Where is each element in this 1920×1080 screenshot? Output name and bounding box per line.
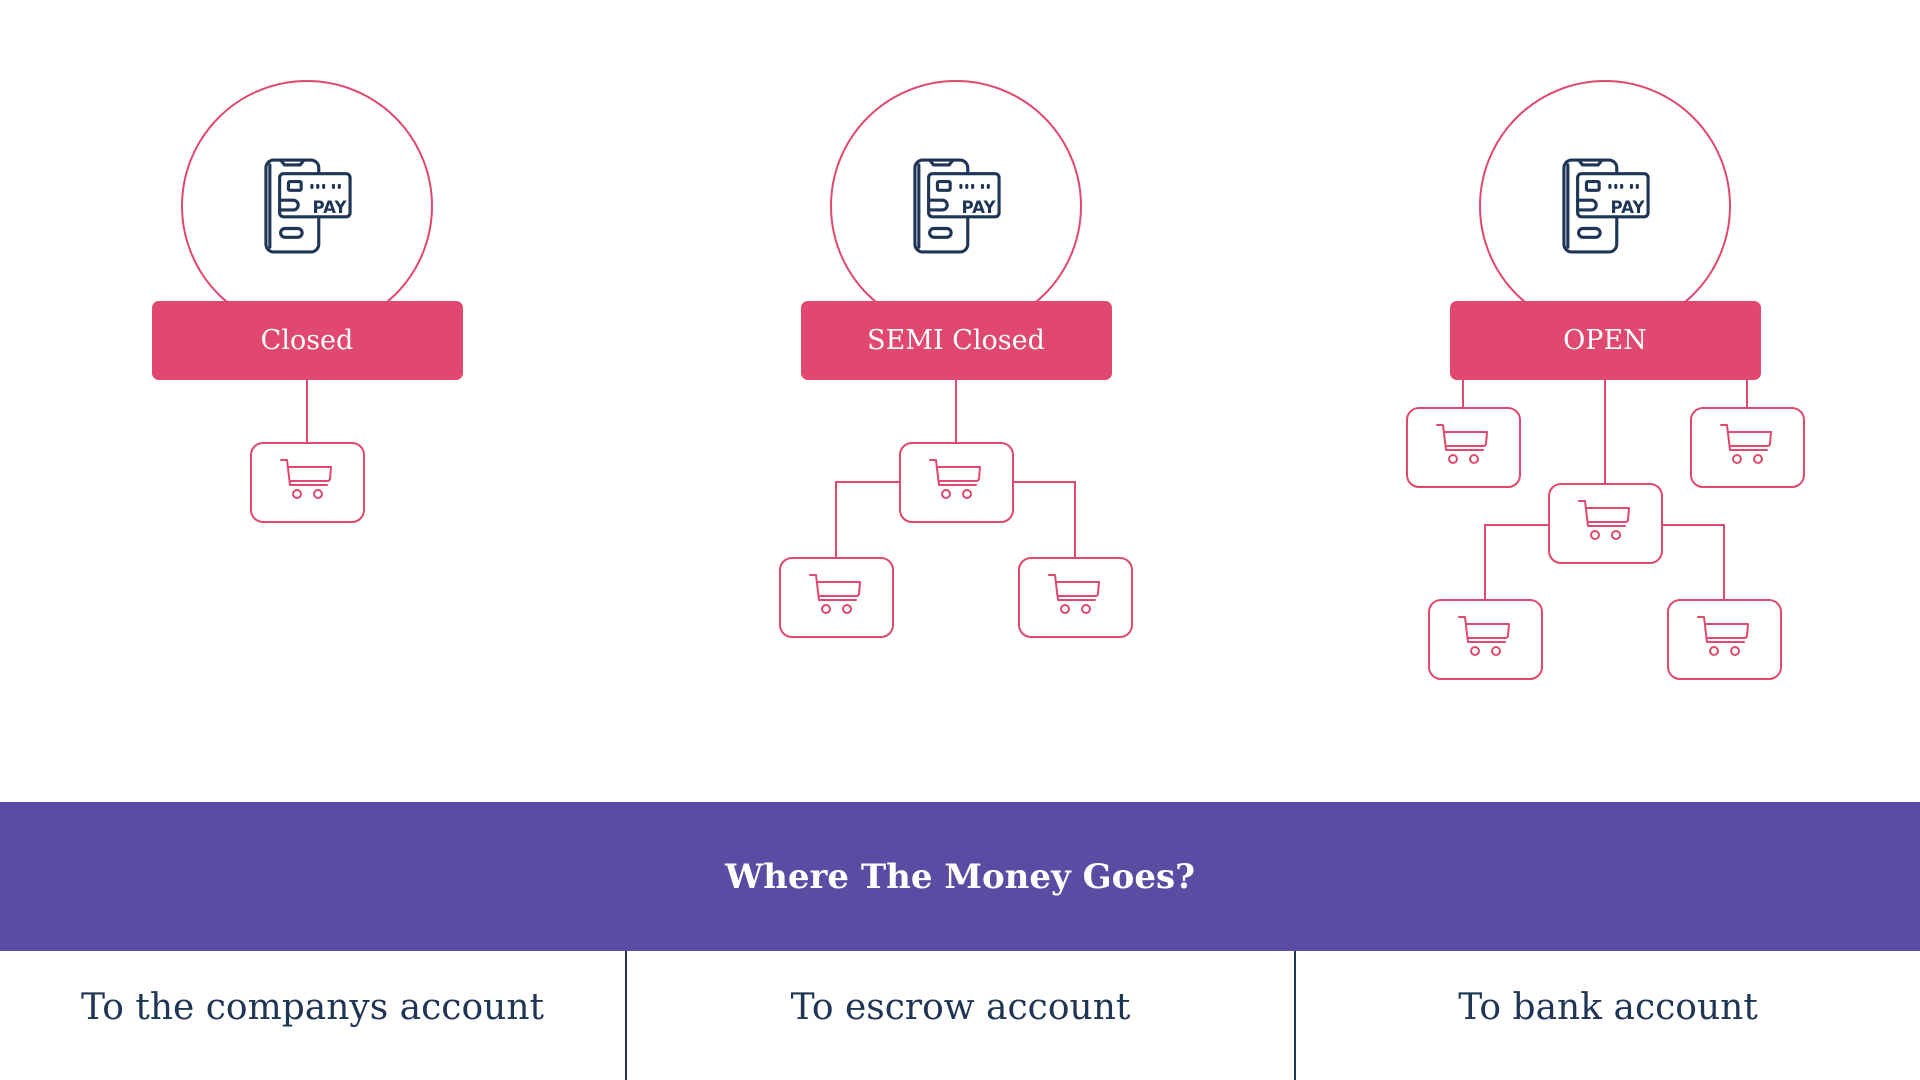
destination-label: To the companys account bbox=[81, 987, 544, 1028]
merchant-node bbox=[1018, 557, 1133, 638]
money-destination-banner: Where The Money Goes? bbox=[0, 802, 1920, 951]
merchant-node bbox=[1667, 599, 1782, 680]
merchant-node bbox=[779, 557, 894, 638]
mobile-pay-icon bbox=[1562, 158, 1650, 254]
merchant-node bbox=[1406, 407, 1521, 488]
model-label: OPEN bbox=[1563, 325, 1647, 356]
payment-models-diagram: PAY Closed SEMI Closed bbox=[152, 80, 1805, 680]
model-semi-closed: SEMI Closed bbox=[779, 80, 1133, 638]
model-label: SEMI Closed bbox=[867, 325, 1045, 356]
merchant-node bbox=[1548, 483, 1663, 564]
destination-label: To bank account bbox=[1458, 987, 1758, 1028]
model-closed: Closed bbox=[152, 80, 463, 523]
destination-closed: To the companys account bbox=[0, 951, 625, 1080]
mobile-pay-icon bbox=[913, 158, 1001, 254]
merchant-node bbox=[1690, 407, 1805, 488]
banner-title: Where The Money Goes? bbox=[724, 856, 1196, 897]
mobile-pay-icon bbox=[264, 158, 352, 254]
destination-open: To bank account bbox=[1296, 951, 1920, 1080]
model-open: OPEN bbox=[1406, 80, 1805, 680]
destination-label: To escrow account bbox=[790, 987, 1131, 1028]
merchant-node bbox=[899, 442, 1014, 523]
merchant-node bbox=[1428, 599, 1543, 680]
destination-semi-closed: To escrow account bbox=[627, 951, 1294, 1080]
merchant-node bbox=[250, 442, 365, 523]
model-label: Closed bbox=[261, 325, 354, 356]
destination-columns: To the companys account To escrow accoun… bbox=[0, 951, 1920, 1080]
